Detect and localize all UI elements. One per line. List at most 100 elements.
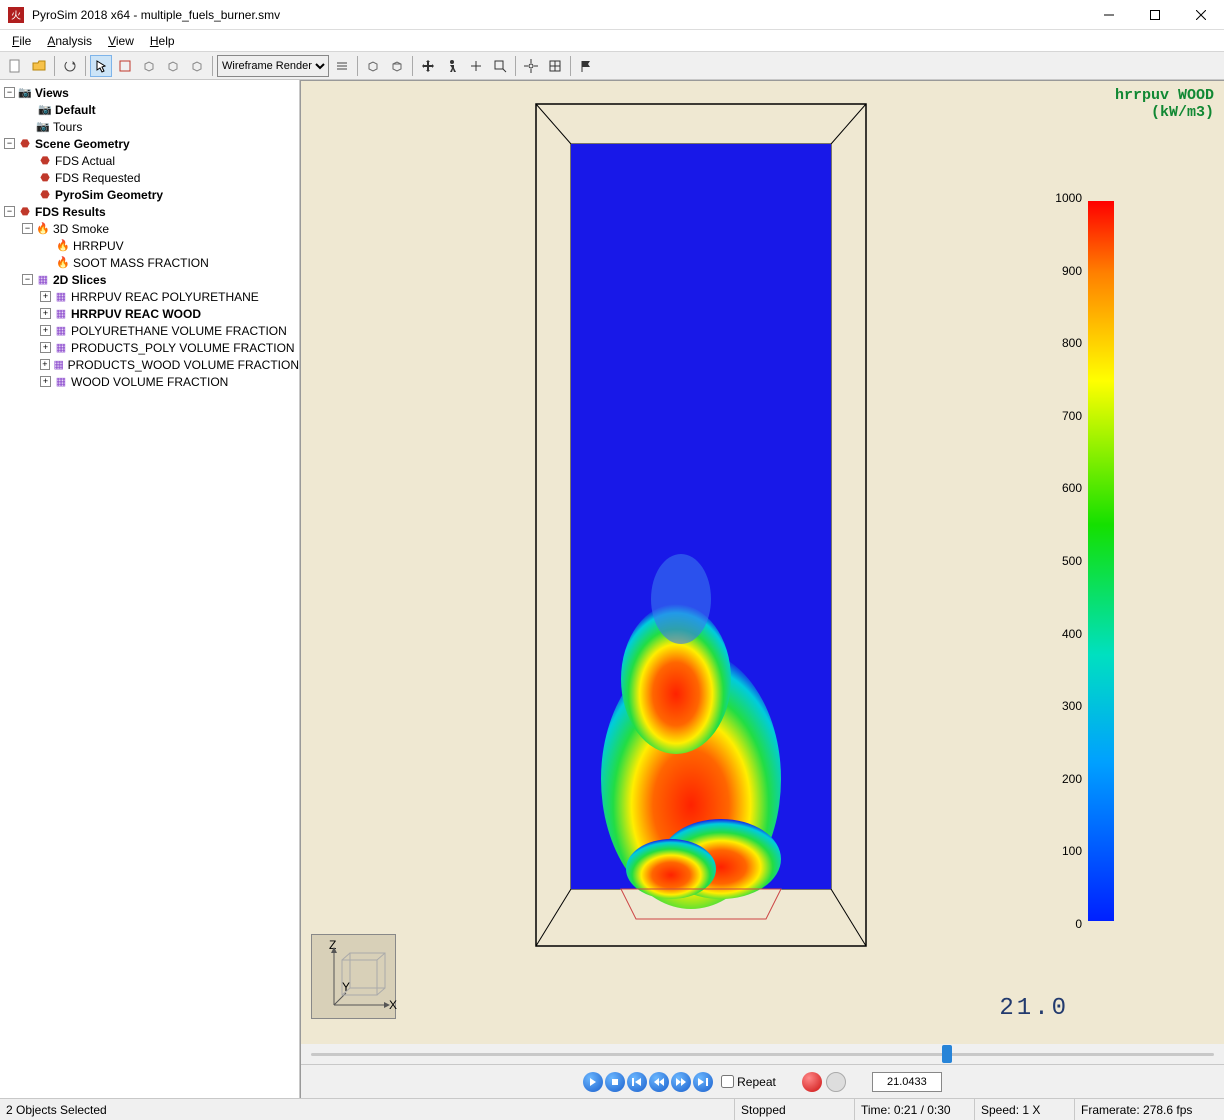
box-tool[interactable] — [114, 55, 136, 77]
tree-label: Tours — [53, 120, 82, 134]
colorbar-tick: 1000 — [1055, 191, 1082, 205]
time-slider-thumb[interactable] — [942, 1045, 952, 1063]
slice-icon: ▦ — [54, 307, 68, 321]
collapse-icon[interactable]: − — [22, 223, 33, 234]
refresh-button[interactable] — [59, 55, 81, 77]
time-input[interactable] — [872, 1072, 942, 1092]
expand-icon[interactable]: + — [40, 291, 51, 302]
app-icon: 火 — [8, 7, 24, 23]
status-state: Stopped — [734, 1099, 854, 1120]
select-tool[interactable] — [90, 55, 112, 77]
record-button[interactable] — [802, 1072, 822, 1092]
repeat-input[interactable] — [721, 1075, 734, 1088]
render-mode-select[interactable]: Wireframe Render — [217, 55, 329, 77]
tree-item-3d-smoke[interactable]: −🔥3D Smoke — [0, 220, 299, 237]
zoom-box-tool[interactable] — [489, 55, 511, 77]
first-frame-button[interactable] — [627, 1072, 647, 1092]
play-button[interactable] — [583, 1072, 603, 1092]
tree-item-slice-wood-vf[interactable]: +▦WOOD VOLUME FRACTION — [0, 373, 299, 390]
close-button[interactable] — [1178, 0, 1224, 30]
tree-label: 2D Slices — [53, 273, 106, 287]
collapse-icon[interactable]: − — [22, 274, 33, 285]
tree-item-fds-results[interactable]: −⬣FDS Results — [0, 203, 299, 220]
navigation-tree[interactable]: −📷Views 📷Default 📷Tours −⬣Scene Geometry… — [0, 80, 300, 1098]
tree-item-scene-geometry[interactable]: −⬣Scene Geometry — [0, 135, 299, 152]
toolbar-separator — [212, 56, 213, 76]
expand-icon[interactable]: + — [40, 325, 51, 336]
cube-icon — [190, 59, 204, 73]
tree-item-fds-actual[interactable]: ⬣FDS Actual — [0, 152, 299, 169]
grid-icon — [548, 59, 562, 73]
3d-view[interactable]: hrrpuv WOOD (kW/m3) 1000 900 800 700 600… — [301, 81, 1224, 1044]
target-tool[interactable] — [520, 55, 542, 77]
tree-label: HRRPUV REAC WOOD — [71, 307, 201, 321]
tree-label: PyroSim Geometry — [55, 188, 163, 202]
open-button[interactable] — [28, 55, 50, 77]
slice-icon: ▦ — [54, 324, 68, 338]
cube-side-button[interactable] — [162, 55, 184, 77]
menubar: File Analysis View Help — [0, 30, 1224, 52]
colorbar-tick: 700 — [1055, 409, 1082, 423]
tree-item-soot[interactable]: 🔥SOOT MASS FRACTION — [0, 254, 299, 271]
tree-item-slice-products-wood[interactable]: +▦PRODUCTS_WOOD VOLUME FRACTION — [0, 356, 299, 373]
tree-item-slice-products-poly[interactable]: +▦PRODUCTS_POLY VOLUME FRACTION — [0, 339, 299, 356]
menu-analysis[interactable]: Analysis — [41, 32, 98, 50]
cube-front-button[interactable] — [138, 55, 160, 77]
tree-item-tours[interactable]: 📷Tours — [0, 118, 299, 135]
menu-file[interactable]: File — [6, 32, 37, 50]
tree-item-default[interactable]: 📷Default — [0, 101, 299, 118]
step-forward-button[interactable] — [671, 1072, 691, 1092]
colorbar-tick: 300 — [1055, 699, 1082, 713]
cube-top-button[interactable] — [186, 55, 208, 77]
tree-label: POLYURETHANE VOLUME FRACTION — [71, 324, 287, 338]
tree-item-slice-poly-vf[interactable]: +▦POLYURETHANE VOLUME FRACTION — [0, 322, 299, 339]
expand-icon[interactable]: + — [40, 342, 51, 353]
stop-record-button[interactable] — [826, 1072, 846, 1092]
iso-icon — [366, 59, 380, 73]
maximize-button[interactable] — [1132, 0, 1178, 30]
new-file-button[interactable] — [4, 55, 26, 77]
flag-tool[interactable] — [575, 55, 597, 77]
collapse-icon[interactable]: − — [4, 87, 15, 98]
tree-item-pyrosim-geometry[interactable]: ⬣PyroSim Geometry — [0, 186, 299, 203]
zoom-tool[interactable] — [465, 55, 487, 77]
isosurface-button[interactable] — [362, 55, 384, 77]
tree-item-fds-requested[interactable]: ⬣FDS Requested — [0, 169, 299, 186]
expand-icon[interactable]: + — [40, 308, 51, 319]
step-back-button[interactable] — [649, 1072, 669, 1092]
sliders-icon — [335, 59, 349, 73]
stop-button[interactable] — [605, 1072, 625, 1092]
grid-tool[interactable] — [544, 55, 566, 77]
person-icon — [445, 59, 459, 73]
menu-view[interactable]: View — [102, 32, 140, 50]
axis-widget[interactable]: Z X Y — [311, 934, 396, 1019]
camera-icon: 📷 — [38, 103, 52, 117]
collapse-icon[interactable]: − — [4, 138, 15, 149]
tree-item-slice-wood[interactable]: +▦HRRPUV REAC WOOD — [0, 305, 299, 322]
tree-item-2d-slices[interactable]: −▦2D Slices — [0, 271, 299, 288]
last-frame-button[interactable] — [693, 1072, 713, 1092]
toolbar-separator — [357, 56, 358, 76]
time-slider-track[interactable] — [311, 1053, 1214, 1056]
stop-icon — [611, 1078, 619, 1086]
colorbar-variable: hrrpuv WOOD — [1034, 87, 1214, 104]
colorbar-ticks: 1000 900 800 700 600 500 400 300 200 100… — [1055, 191, 1082, 931]
expand-icon[interactable]: + — [40, 376, 51, 387]
menu-help[interactable]: Help — [144, 32, 181, 50]
minimize-button[interactable] — [1086, 0, 1132, 30]
tree-item-slice-polyurethane[interactable]: +▦HRRPUV REAC POLYURETHANE — [0, 288, 299, 305]
walk-tool[interactable] — [441, 55, 463, 77]
tree-label: WOOD VOLUME FRACTION — [71, 375, 228, 389]
colorbar-tick: 800 — [1055, 336, 1082, 350]
tree-item-views[interactable]: −📷Views — [0, 84, 299, 101]
move-tool[interactable] — [417, 55, 439, 77]
expand-icon[interactable]: + — [40, 359, 50, 370]
collapse-icon[interactable]: − — [4, 206, 15, 217]
render-settings-button[interactable] — [331, 55, 353, 77]
tree-item-hrrpuv[interactable]: 🔥HRRPUV — [0, 237, 299, 254]
playback-controls: Repeat — [301, 1064, 1224, 1098]
mesh-button[interactable] — [386, 55, 408, 77]
repeat-checkbox[interactable]: Repeat — [721, 1075, 776, 1089]
geometry-icon: ⬣ — [38, 154, 52, 168]
move-icon — [421, 59, 435, 73]
